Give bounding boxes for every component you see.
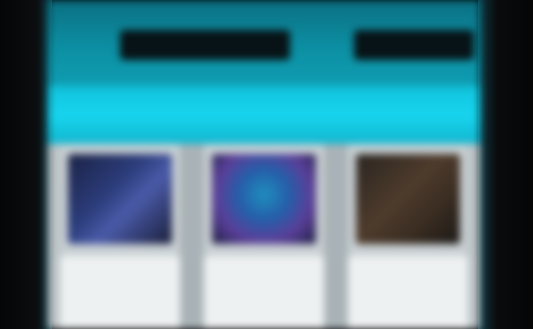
nav-bar-right[interactable] — [354, 30, 474, 60]
tile-caption-text — [204, 256, 324, 272]
tile-card[interactable] — [348, 144, 468, 329]
page-viewport — [48, 0, 480, 329]
tile-divider — [180, 144, 204, 329]
nav-bar-left[interactable] — [120, 30, 290, 60]
tile-thumbnail[interactable] — [212, 154, 316, 244]
tile-divider — [324, 144, 348, 329]
app-screen — [0, 0, 533, 329]
tile-caption-text — [348, 256, 468, 272]
nav-left-label — [120, 30, 290, 44]
tile-card[interactable] — [204, 144, 324, 329]
device-frame-left — [0, 0, 52, 329]
tile-caption-text — [60, 256, 180, 272]
site-header — [48, 0, 480, 88]
tile-thumbnail[interactable] — [68, 154, 172, 244]
hero-banner — [48, 86, 480, 144]
tile-caption — [348, 256, 468, 329]
nav-right-label — [354, 30, 474, 44]
tile-card[interactable] — [60, 144, 180, 329]
tile-caption — [204, 256, 324, 329]
device-frame-right — [478, 0, 533, 329]
tile-thumbnail[interactable] — [356, 154, 460, 244]
tile-caption — [60, 256, 180, 329]
content-tiles — [48, 144, 480, 329]
